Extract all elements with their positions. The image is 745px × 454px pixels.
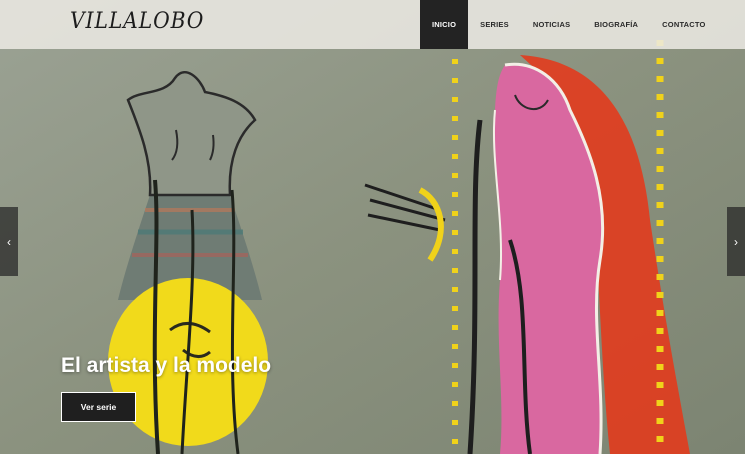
slider-prev-button[interactable]: ‹ bbox=[0, 207, 18, 276]
main-nav: INICIO SERIES NOTICIAS BIOGRAFÍA CONTACT… bbox=[420, 0, 718, 49]
nav-item-biografia[interactable]: BIOGRAFÍA bbox=[582, 0, 650, 49]
hero-slider bbox=[0, 0, 745, 454]
site-logo[interactable]: VILLALOBO bbox=[70, 9, 204, 34]
top-navigation-bar: VILLALOBO INICIO SERIES NOTICIAS BIOGRAF… bbox=[0, 0, 745, 49]
slide-caption: El artista y la modelo bbox=[61, 354, 272, 377]
nav-item-inicio[interactable]: INICIO bbox=[420, 0, 469, 49]
painting-artwork bbox=[0, 0, 745, 454]
nav-item-noticias[interactable]: NOTICIAS bbox=[521, 0, 582, 49]
nav-item-contacto[interactable]: CONTACTO bbox=[650, 0, 717, 49]
chevron-left-icon: ‹ bbox=[7, 234, 11, 249]
slider-next-button[interactable]: › bbox=[727, 207, 745, 276]
nav-item-series[interactable]: SERIES bbox=[468, 0, 521, 49]
chevron-right-icon: › bbox=[734, 234, 738, 249]
ver-serie-button[interactable]: Ver serie bbox=[61, 392, 136, 422]
